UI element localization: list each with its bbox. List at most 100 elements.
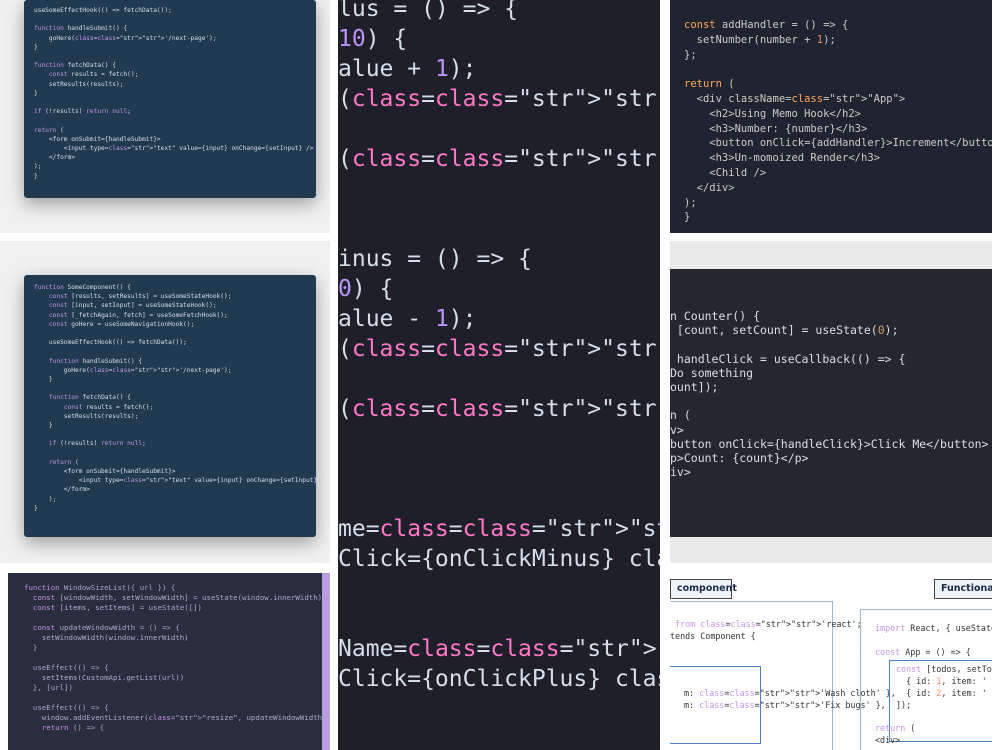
code-line: </div> — [684, 181, 735, 194]
code-line: const [results, setResults] = useSomeSta… — [48, 293, 232, 301]
code-block-plus: lus = () => {10) {alue + 1); (class=class… — [338, 0, 660, 174]
code-line: </form> — [34, 154, 75, 162]
code-line: me=class=class="str">"str">'quantity-sel… — [338, 516, 660, 542]
code-line: ​ — [34, 384, 306, 393]
code-card: useSomeEffectHook(() => fetchData());​fu… — [24, 0, 316, 198]
tab-label: Functional — [941, 583, 992, 594]
code-line: function WindowSizeList({ url }) { — [24, 583, 176, 592]
code-line: 10) { — [338, 26, 408, 52]
tab-functional: Functional — [934, 579, 992, 599]
code-line: alue + 1); — [338, 56, 477, 82]
code-line: n ( — [670, 408, 691, 423]
code-line: Do something — [670, 365, 754, 380]
code-line: ​ — [338, 364, 660, 394]
code-line: goHere(class=class="str">"str">'/next-pa… — [34, 34, 217, 42]
code-line: <h3>Un-momoized Render</h3> — [684, 152, 880, 165]
code-screenshot-tile-2: function SomeComponent() { const [result… — [0, 241, 330, 563]
code-line: ​ — [24, 613, 322, 623]
right-code-panel: import React, { useState​const App = () … — [860, 609, 992, 750]
code-panel: function WindowSizeList({ url }) { const… — [8, 573, 327, 750]
code-block: const [todos, setTod { id: 1, item: ' { … — [896, 663, 992, 711]
code-line: ​ — [684, 62, 992, 77]
code-line: <button onClick={addHandler}>Increment</… — [684, 137, 992, 150]
code-line: useEffect(() => { — [24, 703, 109, 712]
tab-class-component: component — [670, 579, 737, 599]
code-line: ​ — [34, 15, 306, 24]
code-block: from class=class="str">"str">'react'; ten… — [670, 618, 862, 642]
code-line: function handleSubmit() { — [48, 357, 143, 365]
code-line: useSomeEffectHook(() => fetchData()); — [34, 339, 187, 347]
code-line: ​ — [24, 653, 322, 663]
code-line: ​ — [670, 394, 989, 408]
code-line: setResults(results); — [34, 412, 139, 420]
code-line: ​ — [670, 337, 989, 351]
code-screenshot-tile-memo: const addHandler = () => { setNumber(num… — [670, 0, 992, 233]
code-line: <h3>Number: {number}</h3> — [684, 122, 868, 135]
code-line: ​ — [338, 574, 660, 604]
code-line: inus = () => { — [338, 246, 532, 272]
code-line: } — [34, 376, 53, 384]
code-line: Click={onClickPlus} clas — [338, 666, 660, 692]
code-line: tends Component { — [670, 631, 756, 641]
code-line: function handleSubmit() { — [34, 25, 128, 33]
code-line: function SomeComponent() { — [34, 284, 131, 291]
code-line: <Child /> — [684, 166, 767, 179]
code-line: if (!results) return null; — [48, 440, 146, 448]
code-line: ​ — [338, 604, 660, 634]
code-line: const [windowWidth, setWindowWidth] = us… — [32, 593, 323, 602]
code-line: }; — [684, 48, 697, 61]
code-line: 0) { — [338, 276, 394, 302]
code-line: ]); — [896, 700, 912, 710]
code-screenshot-tile-window: function WindowSizeList({ url }) { const… — [8, 573, 330, 750]
code-line: Click={onClickMinus} cla — [338, 546, 660, 572]
code-line: setWindowWidth(window.innerWidth) — [24, 633, 189, 642]
code-line: window.addEventListener(class="str">"res… — [24, 713, 327, 722]
code-line: <form onSubmit={handleSubmit}> — [34, 135, 161, 143]
code-line: return ( — [34, 126, 64, 134]
code-line: const results = fetch(); — [63, 403, 154, 411]
code-line: ); — [34, 163, 42, 171]
code-line: } — [684, 211, 691, 224]
code-line: useEffect(() => { — [24, 663, 109, 672]
code-line: (class=class="str">"str">'Min!'); — [338, 396, 660, 422]
code-line: const [_fetchAgain, fetch] = useSomeFetc… — [48, 311, 228, 319]
code-line: v> — [670, 422, 684, 437]
code-screenshot-tile-zoomed: lus = () => {10) {alue + 1); (class=class… — [338, 0, 660, 750]
code-block-jsx: me=class=class="str">"str">'quantity-sel… — [338, 514, 660, 694]
code-line: return () => { — [41, 723, 105, 732]
code-line: ount]); — [670, 380, 719, 395]
tab-label: component — [677, 583, 737, 594]
code-line: const results = fetch(); — [48, 71, 139, 79]
code-line: const addHandler = () => { — [684, 19, 849, 31]
code-screenshot-tile-1: useSomeEffectHook(() => fetchData());​fu… — [0, 0, 330, 233]
code-line: Name=class=class="str">"str">'number'>{v… — [338, 636, 660, 662]
code-line: ​ — [34, 98, 306, 107]
code-line: </form> — [34, 486, 90, 494]
code-line: <h2>Using Memo Hook</h2> — [684, 107, 862, 120]
highlight-box: m: class=class="str">"str">'Wash cloth' … — [670, 666, 896, 744]
code-line: const [todos, setTod — [896, 664, 992, 674]
code-line: ​ — [34, 329, 306, 338]
code-line: p>Count: {count}</p> — [670, 451, 809, 466]
code-line: n Counter() { — [670, 309, 761, 323]
code-line: button onClick={handleClick}>Click Me</b… — [670, 436, 989, 451]
code-line: handleClick = useCallback(() => { — [670, 351, 906, 366]
code-line: alue - 1); — [338, 306, 477, 332]
code-line: <form onSubmit={handleSubmit}> — [34, 468, 176, 476]
code-line: <input type=class="str">"text" value={in… — [34, 145, 314, 153]
code-block: import React, { useState​const App = () … — [875, 622, 992, 658]
code-line: ​ — [34, 430, 306, 439]
code-line: return ( — [48, 458, 79, 466]
code-line: } — [24, 643, 38, 652]
code-block: const addHandler = () => { setNumber(num… — [670, 18, 992, 225]
code-line: } — [34, 504, 38, 512]
code-panel: n Counter() { [count, setCount] = useSta… — [670, 269, 992, 537]
code-line: const goHere = useSomeNavigationHook(); — [48, 320, 195, 328]
code-line: ​ — [875, 634, 992, 646]
code-line: { id: 1, item: ' — [896, 676, 987, 686]
code-block: n Counter() { [count, setCount] = useSta… — [670, 309, 989, 479]
code-line: const App = () => { — [875, 647, 971, 657]
left-code-panel: from class=class="str">"str">'react'; ten… — [670, 601, 896, 750]
code-line: function fetchData() { — [48, 394, 131, 402]
code-line: { id: 2, item: ' — [896, 688, 987, 698]
